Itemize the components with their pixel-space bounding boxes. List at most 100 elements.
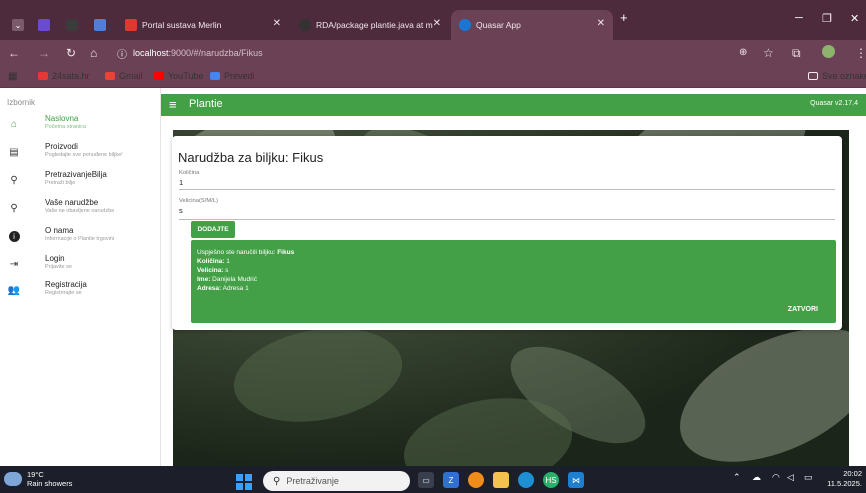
sidebar-item-registracija[interactable]: 👥 Registracija Registrirajte se	[0, 280, 160, 304]
sidebar-item-proizvodi[interactable]: ▤ Proizvodi Pogledajte sve ponuđene bilj…	[0, 142, 160, 166]
sidebar-item-label: Naslovna	[45, 114, 79, 123]
tab-quasar-app[interactable]: Quasar App ✕	[451, 10, 613, 40]
quantity-field[interactable]: 1	[179, 178, 183, 187]
weather-widget[interactable]: 19°C Rain showers	[4, 470, 72, 488]
sidebar-item-login[interactable]: ⇥ Login Prijavite se	[0, 254, 160, 278]
bookmark-youtube[interactable]: YouTube	[154, 71, 203, 81]
search-icon: ⚲	[10, 174, 18, 186]
windows-start-icon[interactable]	[236, 474, 252, 490]
menu-kebab-icon[interactable]: ⋮	[855, 46, 866, 60]
taskbar-search[interactable]: ⚲ Pretraživanje	[263, 471, 410, 491]
sidebar-item-label: Login	[45, 254, 65, 263]
close-tab-icon[interactable]: ✕	[273, 18, 281, 29]
bookmark-prevedi[interactable]: Prevedi	[210, 71, 255, 81]
size-underline	[179, 219, 835, 220]
wifi-icon[interactable]: ◠	[772, 472, 780, 483]
tab-search-button[interactable]: ⌄	[4, 10, 28, 40]
sidebar-item-o-nama[interactable]: i O nama Informacije o Plantie trgovini	[0, 226, 160, 250]
sidebar-item-caption: Informacije o Plantie trgovini	[45, 236, 115, 242]
back-icon[interactable]: ←	[8, 46, 20, 60]
new-tab-button[interactable]: +	[620, 10, 628, 25]
youtube-icon	[154, 72, 164, 80]
sidebar-item-label: PretrazivanjeBilja	[45, 170, 107, 179]
weather-desc: Rain showers	[27, 479, 73, 488]
volume-icon[interactable]: ◁	[787, 472, 794, 483]
app-icon[interactable]: HS	[543, 472, 559, 488]
chevron-down-icon: ⌄	[12, 19, 24, 31]
sidebar-item-naslovna[interactable]: ⌂ Naslovna Početna stranica	[0, 114, 160, 138]
line-key: Količina:	[197, 258, 225, 265]
system-clock[interactable]: 20:02 11.5.2025.	[827, 469, 862, 489]
pinned-tab-1[interactable]	[30, 10, 54, 40]
sidebar-item-caption: Pogledajte sve ponuđene biljke!	[45, 152, 123, 158]
weather-temp: 19°C	[27, 470, 44, 479]
address-bar[interactable]: ⓘ localhost:9000/#/narudzba/Fikus	[117, 44, 772, 62]
gmail-icon	[105, 72, 115, 80]
menu-icon[interactable]: ≡	[169, 97, 177, 112]
sidebar-item-narudzbe[interactable]: ⚲ Vaše narudžbe Vaše ne obavljene narudz…	[0, 198, 160, 222]
submit-order-button[interactable]: DODAJTE	[191, 221, 235, 238]
file-explorer-icon[interactable]	[493, 472, 509, 488]
size-field[interactable]: s	[179, 206, 183, 215]
onedrive-icon[interactable]: ☁	[752, 472, 761, 483]
close-tab-icon[interactable]: ✕	[433, 18, 441, 29]
bookmark-gmail[interactable]: Gmail	[105, 71, 143, 81]
app-icon[interactable]: Z	[443, 472, 459, 488]
close-window-icon[interactable]: ✕	[850, 12, 859, 25]
success-line: Ime: Danijela Mudrić	[197, 276, 257, 283]
avatar[interactable]	[822, 45, 835, 58]
all-bookmarks-folder[interactable]: Sve oznake	[808, 71, 866, 81]
apps-grid-icon[interactable]: ▦	[8, 71, 17, 82]
tab-title: Quasar App	[476, 20, 521, 30]
bookmark-label: Prevedi	[224, 71, 255, 81]
edge-icon[interactable]	[518, 472, 534, 488]
close-banner-button[interactable]: ZATVORI	[788, 306, 818, 313]
sidebar-item-pretrazivanje[interactable]: ⚲ PretrazivanjeBilja Pretraži bilje	[0, 170, 160, 194]
line-key: Adresa:	[197, 285, 222, 292]
forward-icon[interactable]: →	[38, 46, 50, 60]
quantity-label: Količina	[179, 170, 200, 176]
tab-portal-merlin[interactable]: Portal sustava Merlin ✕	[117, 10, 289, 40]
success-line: Količina: 1	[197, 258, 230, 265]
success-prefix: Uspješno ste naručili biljku:	[197, 249, 278, 256]
chrome-icon[interactable]	[468, 472, 484, 488]
home-icon[interactable]: ⌂	[90, 46, 97, 60]
minimize-icon[interactable]: ─	[795, 12, 803, 24]
bookmark-24sata[interactable]: 24sata.hr	[38, 71, 90, 81]
library-icon: ▤	[9, 146, 19, 158]
tab-github[interactable]: RDA/package plantie.java at m ✕	[291, 10, 449, 40]
site-info-icon[interactable]: ⓘ	[117, 46, 127, 61]
quasar-version: Quasar v2.17.4	[810, 100, 858, 107]
task-view-icon[interactable]: ▭	[418, 472, 434, 488]
bookmark-label: YouTube	[168, 71, 204, 81]
sidebar-item-caption: Registrirajte se	[45, 290, 82, 296]
translate-icon	[210, 72, 220, 80]
tray-chevron-icon[interactable]: ⌃	[733, 472, 741, 483]
size-label: Velicina(S/M/L)	[179, 198, 218, 204]
line-value: 1	[224, 258, 230, 265]
extensions-icon[interactable]: ⧉	[792, 46, 801, 61]
pinned-tab-3[interactable]	[86, 10, 110, 40]
person-add-icon: 👥	[7, 284, 21, 296]
tab-title: Portal sustava Merlin	[142, 20, 222, 30]
reload-icon[interactable]: ↻	[66, 46, 76, 60]
url-host: localhost	[133, 48, 169, 58]
maximize-icon[interactable]: ❐	[822, 12, 832, 25]
success-line: Adresa: Adresa 1	[197, 285, 249, 292]
zoom-icon[interactable]: ⊕	[739, 47, 747, 58]
bookmark-star-icon[interactable]: ☆	[763, 46, 774, 60]
login-icon: ⇥	[9, 258, 19, 270]
close-tab-icon[interactable]: ✕	[597, 18, 605, 29]
sidebar-item-caption: Prijavite se	[45, 264, 72, 270]
sidebar-item-label: Proizvodi	[45, 142, 78, 151]
vscode-icon[interactable]: ⋈	[568, 472, 584, 488]
sidebar-item-label: O nama	[45, 226, 74, 235]
app-icon	[66, 19, 78, 31]
sidebar-item-label: Registracija	[45, 280, 87, 289]
line-value: Adresa 1	[221, 285, 249, 292]
battery-icon[interactable]: ▭	[804, 472, 813, 483]
sidebar-title: Izbornik	[7, 98, 36, 107]
pinned-tab-2[interactable]	[58, 10, 82, 40]
sidebar-item-caption: Vaše ne obavljene narudzbe	[45, 208, 115, 214]
success-banner: Uspješno ste naručili biljku: Fikus Koli…	[191, 240, 836, 323]
